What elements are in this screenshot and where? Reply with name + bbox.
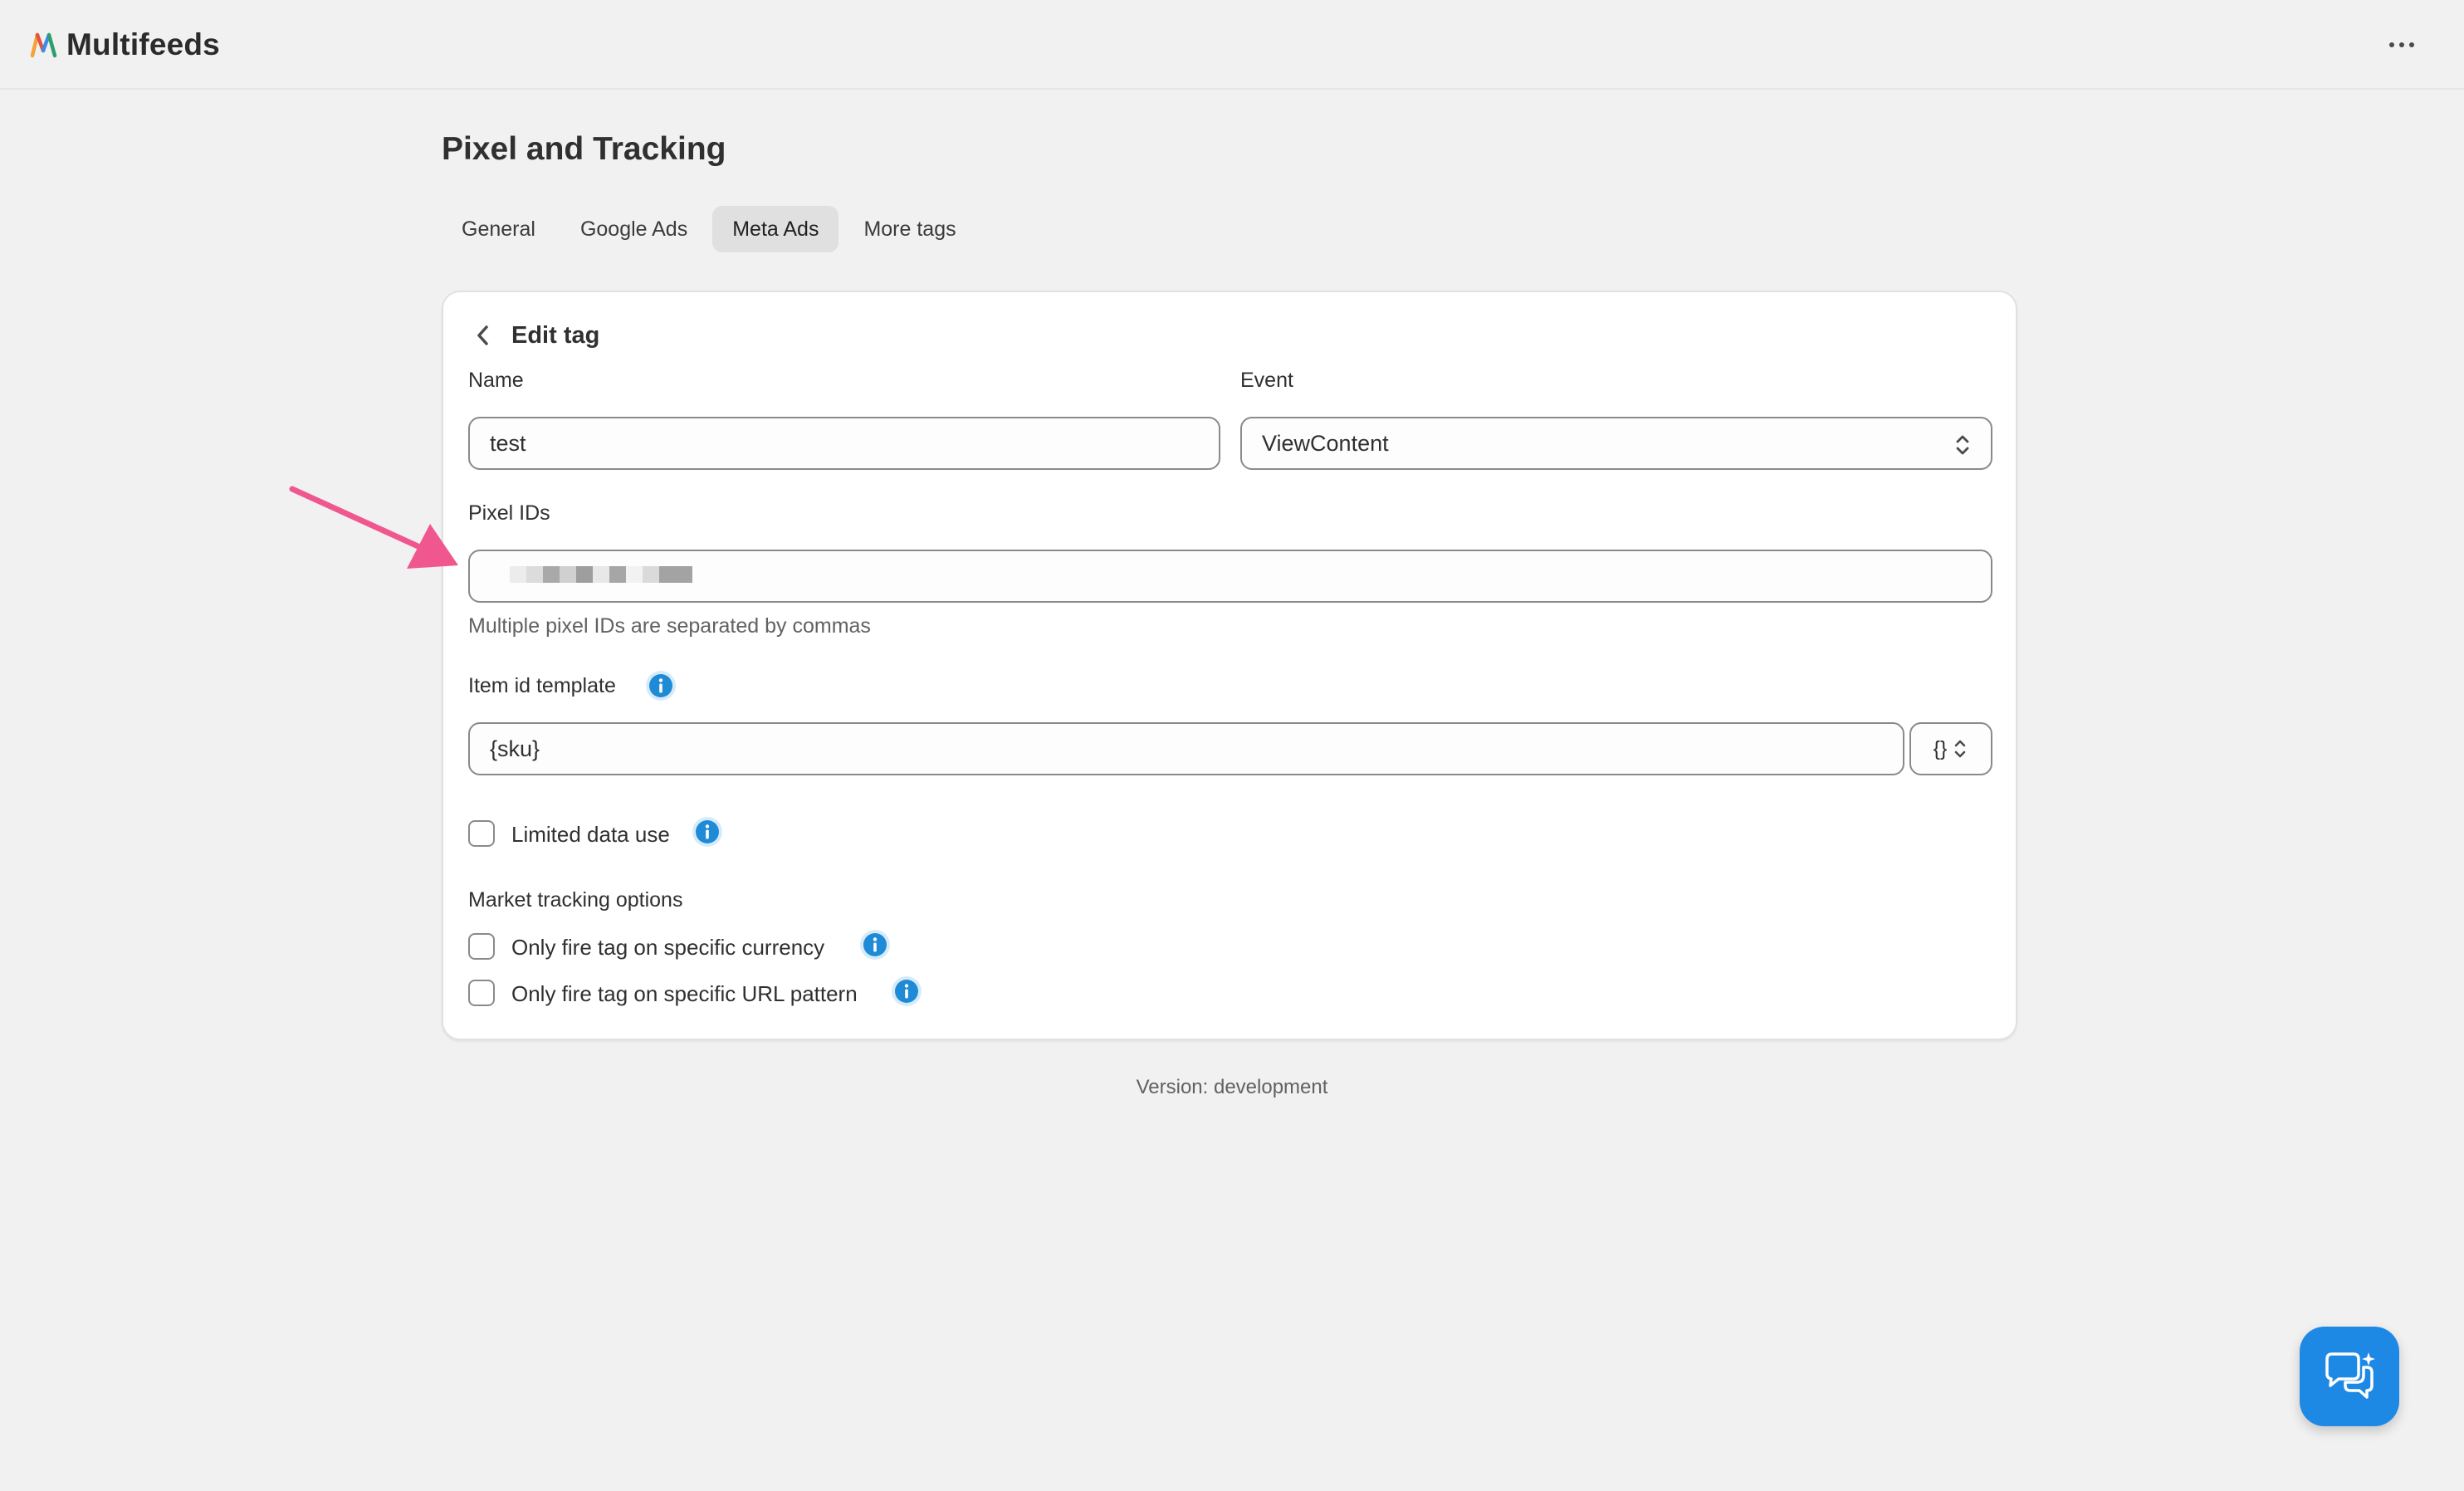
chat-support-button[interactable] [2300,1327,2399,1426]
item-id-template-input[interactable]: {sku} [468,722,1904,775]
name-input-value: test [490,430,526,456]
url-pattern-option-label: Only fire tag on specific URL pattern [511,981,858,1006]
variable-button-label: {} [1933,736,1948,760]
card-title: Edit tag [511,321,600,349]
tab-meta-ads[interactable]: Meta Ads [712,206,839,252]
name-input[interactable]: test [468,417,1220,470]
page-title: Pixel and Tracking [442,131,726,167]
select-chevron-icon [1956,435,1969,455]
event-select[interactable]: ViewContent [1240,417,1992,470]
market-tracking-label: Market tracking options [468,888,683,912]
insert-variable-button[interactable]: {} [1909,722,1992,775]
tab-more-tags[interactable]: More tags [843,206,975,252]
tab-google-ads[interactable]: Google Ads [560,206,707,252]
info-icon[interactable] [890,975,923,1008]
info-icon[interactable] [691,815,724,848]
info-icon[interactable] [644,669,677,702]
pixel-ids-input[interactable] [468,550,1992,603]
more-dot [2409,42,2414,47]
event-select-value: ViewContent [1262,430,1389,456]
more-dot [2399,42,2404,47]
select-chevron-icon [1955,740,1966,758]
name-label: Name [468,369,524,392]
item-id-template-label: Item id template [468,674,616,697]
info-icon[interactable] [858,928,892,961]
currency-option-label: Only fire tag on specific currency [511,935,825,960]
pixel-ids-help: Multiple pixel IDs are separated by comm… [468,614,871,638]
app-name: Multifeeds [66,27,220,61]
more-options-button[interactable] [2381,30,2422,60]
limited-data-use-label: Limited data use [511,822,670,847]
card-header: Edit tag [468,319,599,352]
event-label: Event [1240,369,1293,392]
version-text: Version: development [1136,1076,1328,1098]
pink-annotation-arrow-icon [289,486,458,569]
multifeeds-logo-icon [30,32,57,58]
limited-data-use-checkbox[interactable] [468,820,495,847]
edit-tag-card: Edit tag Name test Event ViewContent Pix… [442,291,2017,1040]
more-horizontal-icon [2389,42,2394,47]
back-button[interactable] [468,320,498,350]
chevron-left-icon [477,325,488,345]
top-bar: Multifeeds [0,0,2464,90]
app-brand[interactable]: Multifeeds [30,27,220,63]
url-pattern-checkbox[interactable] [468,980,495,1006]
tab-general[interactable]: General [442,206,555,252]
pixel-ids-label: Pixel IDs [468,501,550,525]
item-id-template-value: {sku} [490,736,540,761]
currency-checkbox[interactable] [468,933,495,960]
chat-bubbles-icon [2325,1352,2375,1399]
tab-bar: General Google Ads Meta Ads More tags [442,206,976,252]
